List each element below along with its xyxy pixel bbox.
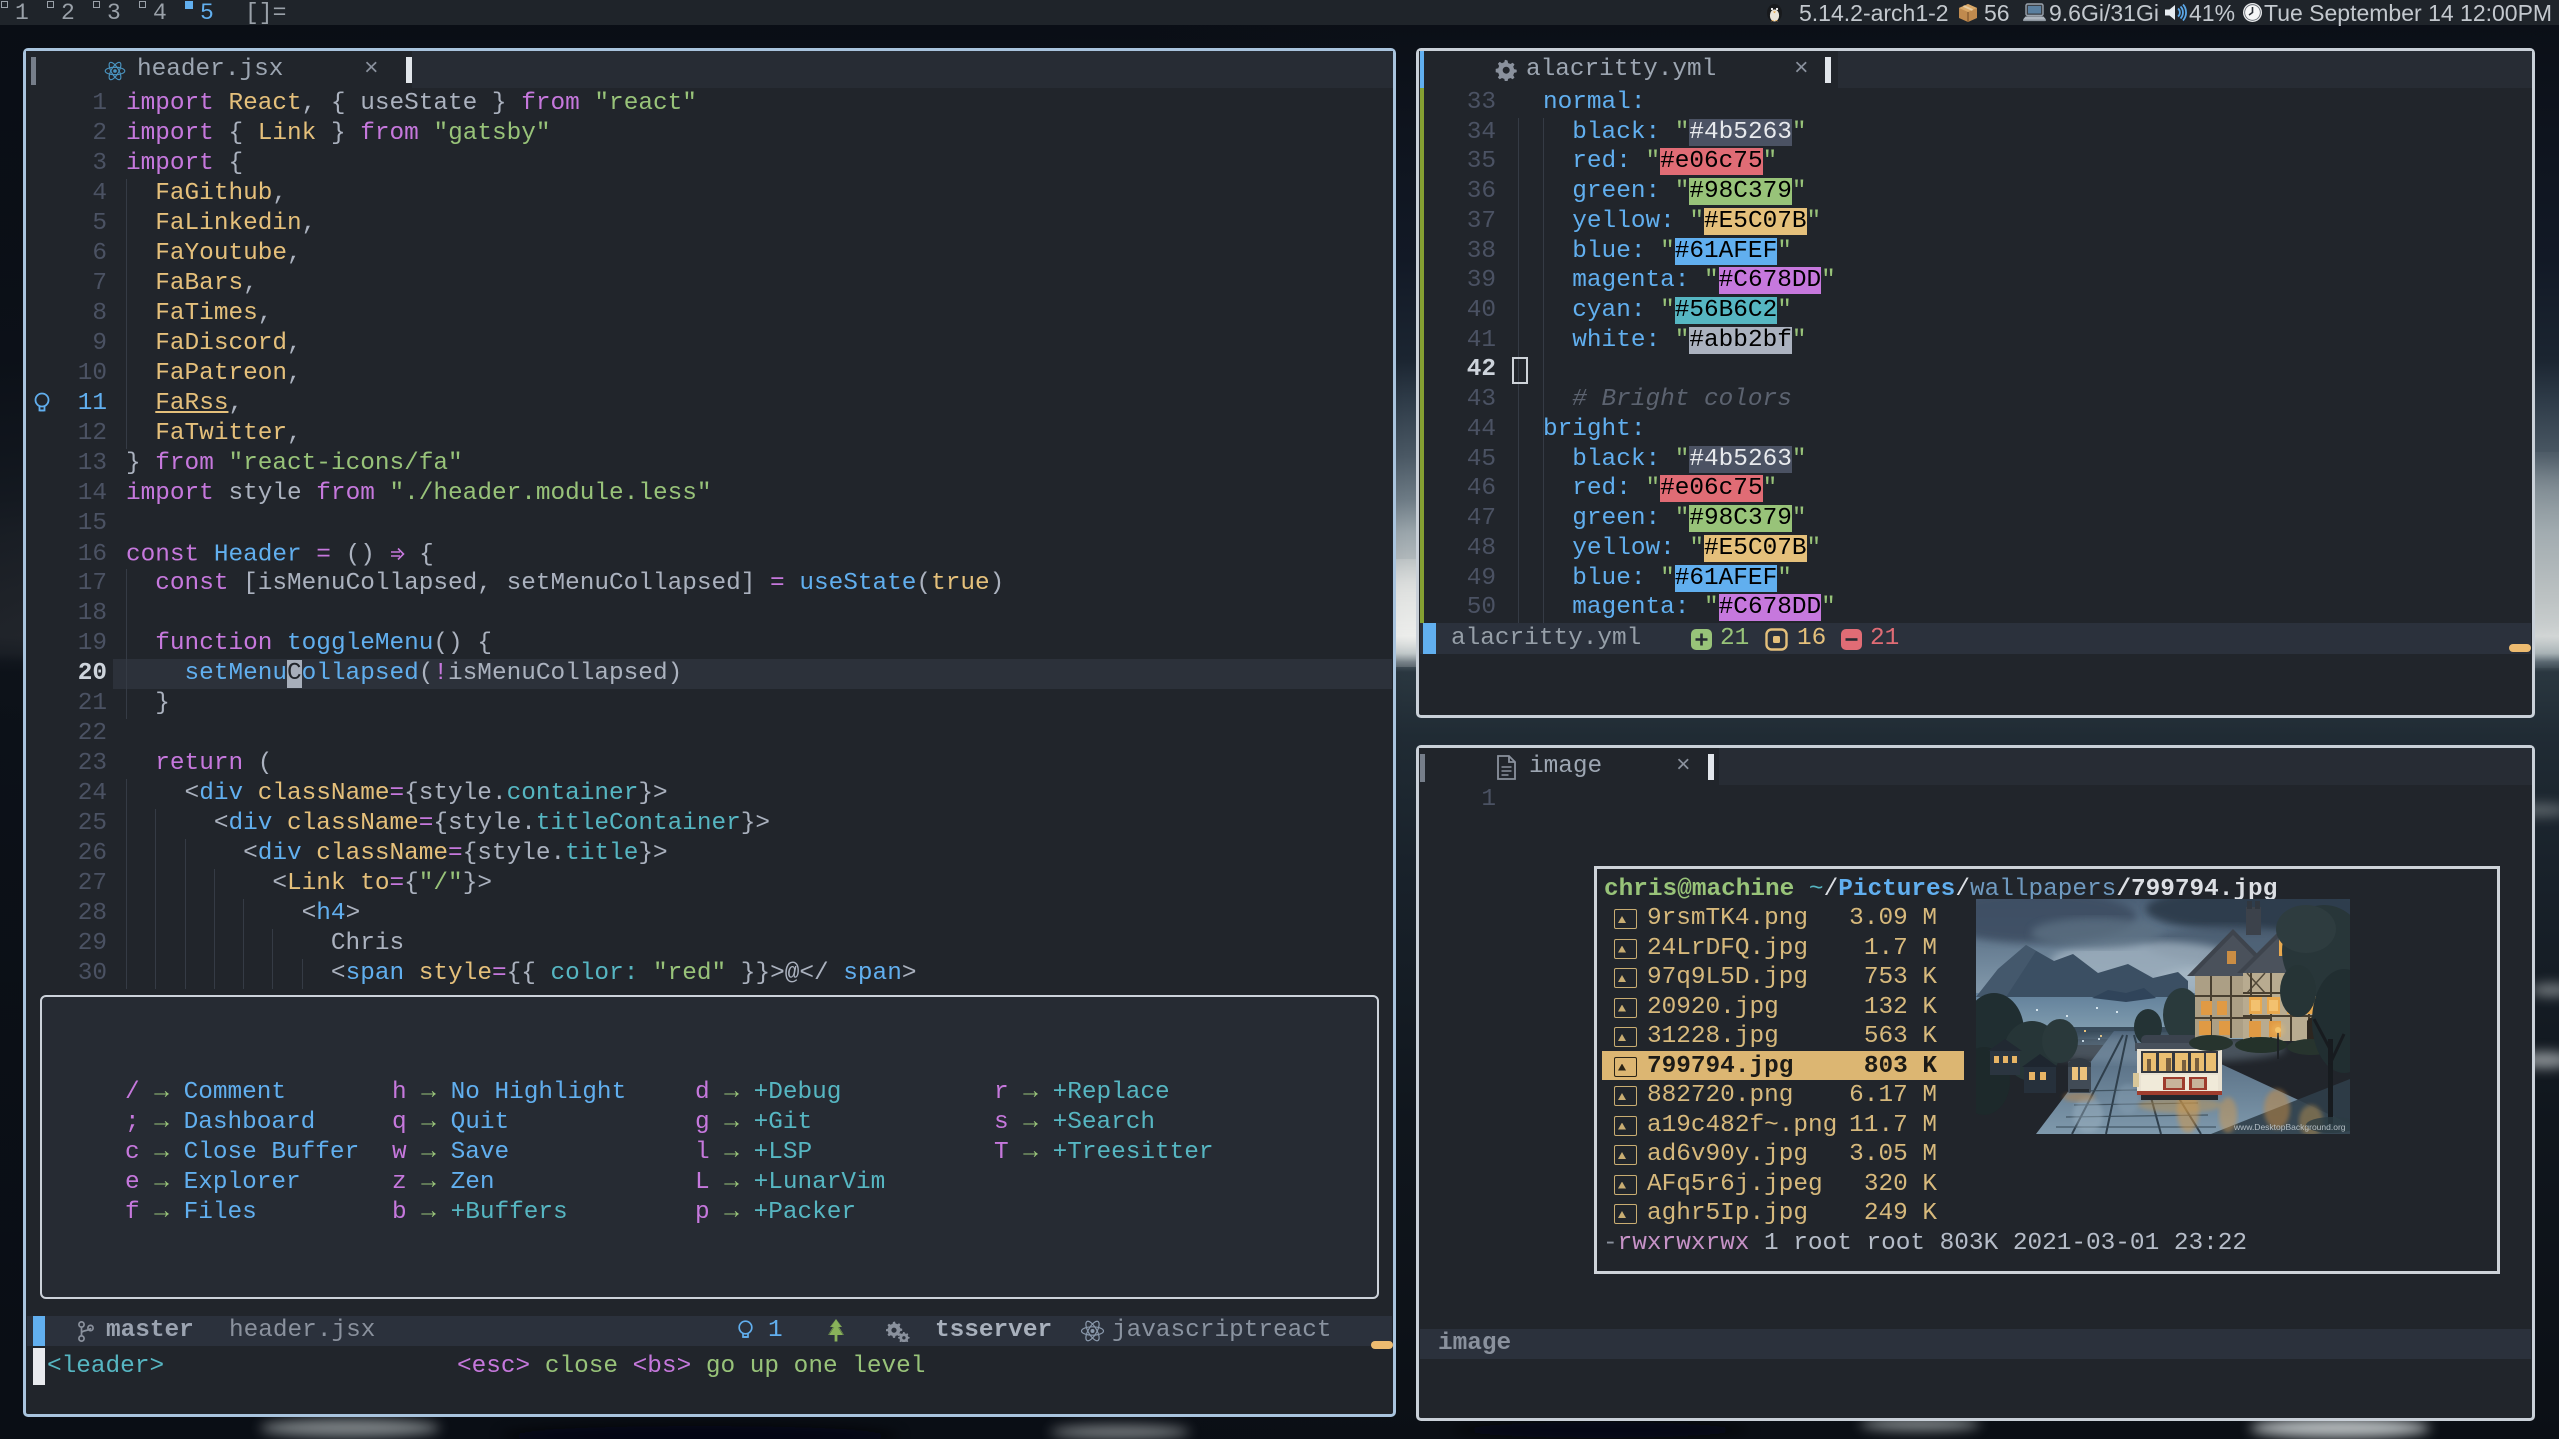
svg-text:www.DesktopBackground.org: www.DesktopBackground.org bbox=[2233, 1122, 2346, 1132]
